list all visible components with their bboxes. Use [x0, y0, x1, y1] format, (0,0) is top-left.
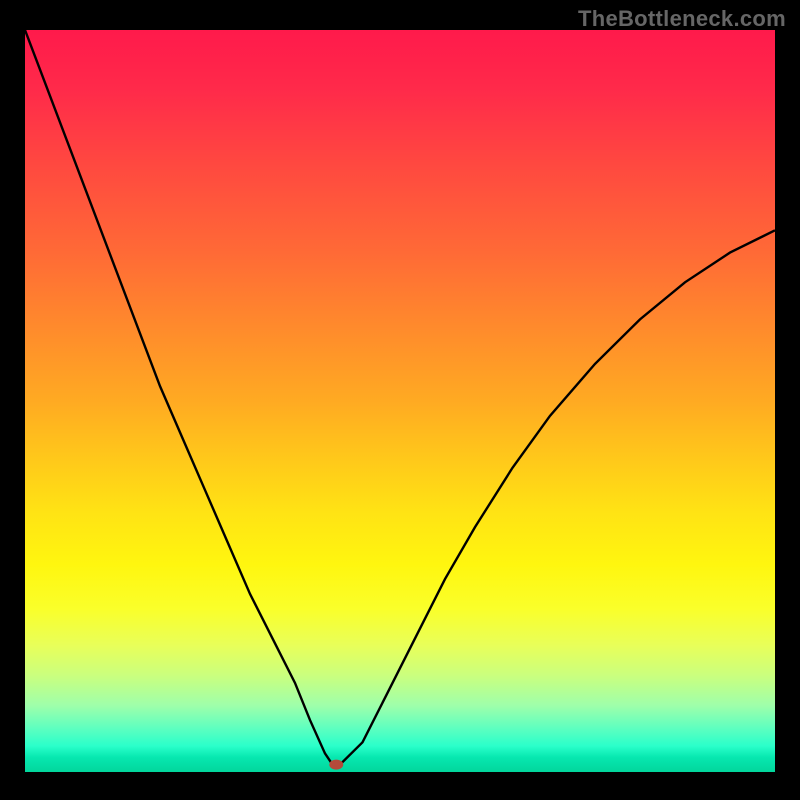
- curve-svg: [25, 30, 775, 772]
- bottleneck-curve: [25, 30, 775, 765]
- plot-area: [25, 30, 775, 772]
- chart-container: TheBottleneck.com: [0, 0, 800, 800]
- watermark-text: TheBottleneck.com: [578, 6, 786, 32]
- minimum-marker: [329, 760, 343, 770]
